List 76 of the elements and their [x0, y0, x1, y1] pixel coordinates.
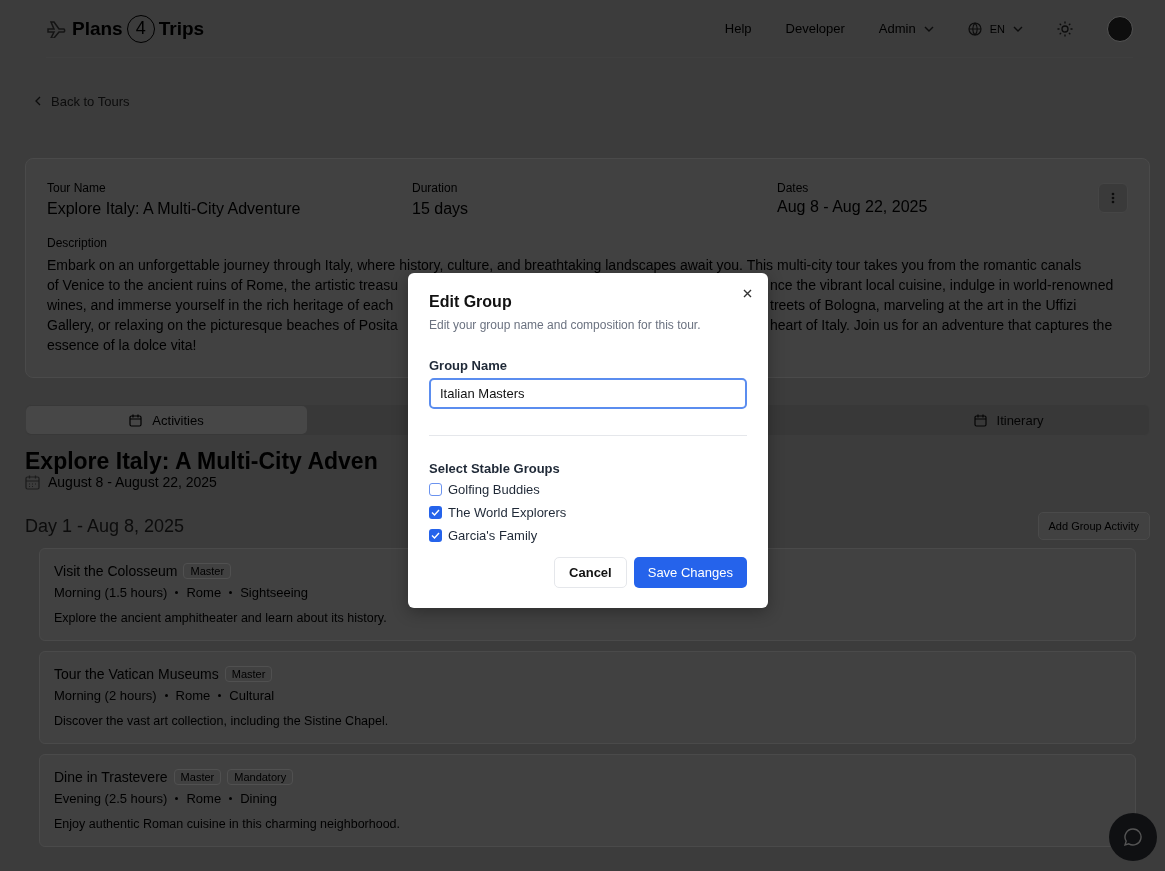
avatar[interactable] [1107, 15, 1133, 42]
activity-city: Rome [186, 585, 222, 600]
activity-time: Morning (1.5 hours) [54, 585, 168, 600]
calendar-icon [129, 413, 143, 427]
description-text: wines, and immerse yourself in the rich heritage of each [47, 297, 394, 313]
description-text: treets of Bologna, marveling at the art in the Uffizi [770, 297, 1077, 313]
field-label: Tour Name [47, 181, 107, 195]
dialog-title: Edit Group [429, 293, 513, 311]
globe-icon [967, 21, 982, 36]
description-text: essence of la dolce vita! [47, 337, 197, 353]
logo[interactable]: Plans 4 Trips [46, 14, 205, 43]
activity-category: Sightseeing [240, 585, 309, 600]
description-text: nce the vibrant local cuisine, indulge in world-renowned [770, 277, 1114, 293]
description-text: heart of Italy. Join us for an adventure that captures the [770, 317, 1113, 333]
date-range: August 8 - August 22, 2025 [48, 474, 217, 490]
language-menu[interactable]: EN [967, 21, 1023, 36]
save-changes-button[interactable]: Save Changes [633, 557, 747, 588]
activity-category: Dining [240, 791, 277, 806]
checkbox-label: The World Explorers [448, 505, 567, 520]
chat-button[interactable] [1109, 813, 1157, 861]
tag: Master [173, 769, 222, 785]
activity-time: Evening (2.5 hours) [54, 791, 168, 806]
admin-menu[interactable]: Admin [878, 21, 934, 36]
activity-city: Rome [175, 688, 211, 703]
close-button[interactable] [741, 287, 754, 300]
activity-title: Visit the Colosseum [54, 563, 178, 579]
more-vertical-icon [1111, 192, 1115, 204]
tab[interactable]: Activities [26, 406, 307, 434]
separator-dot [218, 694, 222, 697]
activity-description: Explore the ancient amphitheater and learn about its history. [54, 611, 388, 625]
cancel-button[interactable]: Cancel [554, 557, 627, 588]
page-heading: Explore Italy: A Multi-City Adven [25, 447, 378, 476]
description-text: Embark on an unforgettable journey through Italy, where history, culture, and breathtaking landscapes await you. This multi-city tour takes you from the romantic canals [47, 257, 1082, 273]
separator-dot [175, 797, 179, 800]
tag: Mandatory [227, 769, 294, 785]
separator-dot [229, 797, 233, 800]
field-value: Aug 8 - Aug 22, 2025 [777, 198, 929, 216]
nav-link[interactable]: Help [724, 21, 752, 36]
chat-bubble-icon [1123, 827, 1143, 847]
checkbox[interactable] [429, 506, 442, 519]
field-value: 15 days [412, 200, 470, 218]
tag: Master [183, 563, 232, 579]
calendar-icon [973, 413, 987, 427]
calendar-icon [25, 474, 40, 490]
chevron-down-icon [923, 25, 934, 32]
close-icon [743, 289, 752, 298]
field-label: Description [47, 236, 109, 250]
separator-dot [164, 694, 168, 697]
field-value: Explore Italy: A Multi-City Adventure [47, 200, 302, 218]
activity-title: Dine in Trastevere [54, 769, 168, 785]
description-text: of Venice to the ancient ruins of Rome, the artistic treasu [47, 277, 398, 293]
group-name-field[interactable]: Italian Masters [429, 378, 747, 409]
checkbox[interactable] [429, 529, 442, 542]
checkbox-label: Garcia's Family [448, 528, 538, 543]
chevron-left-icon [35, 96, 41, 106]
activity-city: Rome [186, 791, 222, 806]
field-label: Dates [777, 181, 810, 195]
description-text: Gallery, or relaxing on the picturesque beaches of Posita [47, 317, 398, 333]
separator-dot [229, 591, 233, 594]
sun-icon[interactable] [1057, 20, 1073, 37]
activity-description: Enjoy authentic Roman cuisine in this charming neighborhood. [54, 817, 402, 831]
separator-dot [175, 591, 179, 594]
activity-title: Tour the Vatican Museums [54, 666, 219, 682]
checkbox[interactable] [429, 483, 442, 496]
activity-description: Discover the vast art collection, including the Sistine Chapel. [54, 714, 390, 728]
activity-time: Morning (2 hours) [54, 688, 157, 703]
section-label: Select Stable Groups [429, 461, 561, 476]
add-group-activity-button[interactable]: Add Group Activity [1037, 512, 1150, 540]
field-label: Duration [412, 181, 459, 195]
nav-link[interactable]: Developer [785, 21, 845, 36]
dialog-subtitle: Edit your group name and composition for this tour. [429, 318, 702, 332]
chevron-down-icon [1013, 25, 1023, 32]
tag: Master [224, 666, 273, 682]
activity-category: Cultural [229, 688, 275, 703]
field-label: Group Name [429, 358, 508, 373]
checkbox-label: Golfing Buddies [448, 482, 540, 497]
